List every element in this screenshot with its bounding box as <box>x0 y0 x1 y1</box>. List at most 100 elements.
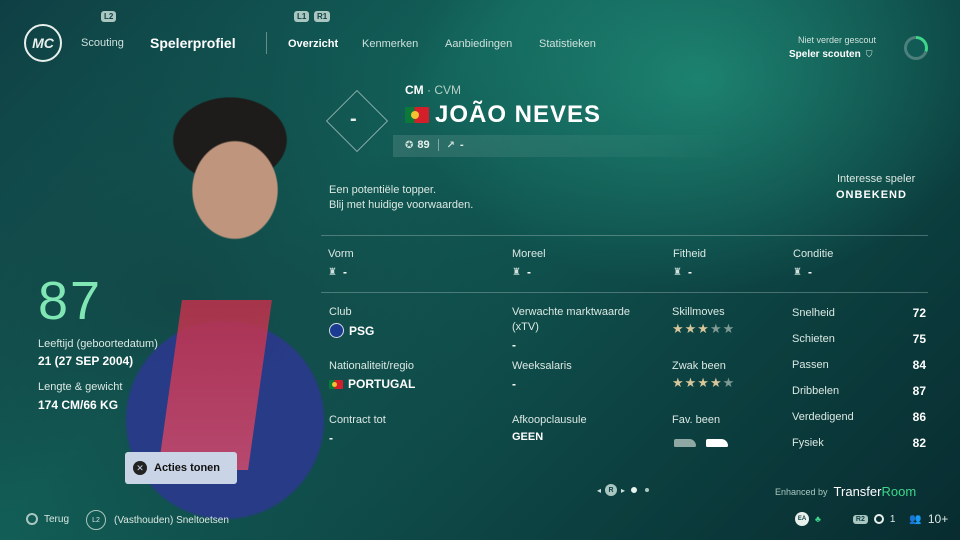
shirt-icon: ♜ <box>793 266 802 278</box>
chevron-right-icon: ▸ <box>621 485 626 495</box>
release-label: Afkoopclausule <box>512 414 587 426</box>
foot-label: Fav. been <box>672 414 721 426</box>
fitheid-value: - <box>687 265 692 279</box>
brand-room: Room <box>881 484 917 499</box>
tab-statistieken[interactable]: Statistieken <box>539 38 596 50</box>
attr-value: 84 <box>912 358 926 372</box>
weakfoot-stars: ★★★★★ <box>672 375 736 390</box>
attr-value: 72 <box>912 306 926 320</box>
contract-value: - <box>329 431 333 445</box>
scout-shirt-icon: ⛉ <box>865 49 873 59</box>
skillmoves-stars: ★★★★★ <box>672 321 736 336</box>
right-boot-icon <box>706 439 728 447</box>
transferroom-branding: Enhanced by Transfer Room <box>775 484 916 499</box>
page-indicator[interactable]: ◂ R ▸ <box>597 484 650 496</box>
back-label: Terug <box>44 513 70 525</box>
attr-row-passing: Passen 84 <box>792 358 926 372</box>
enhanced-by-text: Enhanced by <box>775 486 828 497</box>
r-stick-icon: R <box>605 484 618 496</box>
shortcuts-label: (Vasthouden) Sneltoetsen <box>114 514 229 526</box>
fitheid-value-row: ♜ - <box>673 265 692 279</box>
nation-value: PORTUGAL <box>348 377 416 391</box>
club-value-row: PSG <box>329 323 374 338</box>
overall-rating-large: 87 <box>38 271 103 331</box>
market-label: Verwachte marktwaarde <box>512 306 630 318</box>
scout-comment-2: Blij met huidige voorwaarden. <box>329 199 474 211</box>
attr-value: 86 <box>912 410 926 424</box>
attr-label: Schieten <box>792 333 835 345</box>
moreel-value-row: ♜ - <box>512 265 531 279</box>
notification-icon <box>873 514 884 524</box>
moreel-value: - <box>526 265 531 279</box>
psg-crest-icon <box>329 323 344 338</box>
back-button[interactable]: Terug <box>26 513 69 525</box>
tab-aanbiedingen[interactable]: Aanbiedingen <box>445 38 512 50</box>
logo-text: MC <box>32 35 54 51</box>
show-actions-button[interactable]: ✕ Acties tonen <box>125 452 237 484</box>
attr-label: Passen <box>792 359 829 371</box>
attr-label: Fysiek <box>792 437 824 449</box>
attr-label: Snelheid <box>792 307 835 319</box>
tab-overzicht[interactable]: Overzicht <box>288 38 338 50</box>
online-count: 10+ <box>927 512 949 526</box>
player-name-row: JOÃO NEVES <box>405 101 601 129</box>
overall-rating: 89 <box>417 139 430 151</box>
star-circle-icon: ✪ <box>405 139 414 151</box>
shirt-icon: ♜ <box>512 266 521 278</box>
height-weight-label: Lengte & gewicht <box>38 381 123 393</box>
page-title: Spelerprofiel <box>150 35 236 51</box>
contract-label: Contract tot <box>329 414 386 426</box>
r1-button-hint: R1 <box>314 11 331 22</box>
cross-icon: ✕ <box>133 461 147 475</box>
section-divider-top <box>321 235 928 236</box>
interest-value: ONBEKEND <box>836 189 907 201</box>
vorm-label: Vorm <box>328 248 354 260</box>
conditie-label: Conditie <box>793 248 834 260</box>
section-divider-mid <box>321 292 928 293</box>
l2-button-hint: L2 <box>101 11 117 22</box>
nav-divider <box>266 32 267 54</box>
attr-row-physical: Fysiek 82 <box>792 436 926 450</box>
market-value: - <box>512 338 516 352</box>
attr-row-defending: Verdedigend 86 <box>792 410 926 424</box>
age-value: 21 (27 SEP 2004) <box>38 354 134 368</box>
show-actions-label: Acties tonen <box>154 462 221 474</box>
page-dot-active <box>631 487 638 493</box>
release-value: GEEN <box>512 431 544 443</box>
nation-value-row: PORTUGAL <box>329 377 415 391</box>
scout-status: Niet verder gescout <box>798 35 877 45</box>
status-tray: EA ♣ R2 1 👥 10+ <box>795 512 948 526</box>
height-weight-value: 174 CM/66 KG <box>38 398 119 412</box>
attr-value: 82 <box>912 436 926 450</box>
rating-row: ✪ 89 ↗ - <box>405 139 464 151</box>
shirt-icon: ♜ <box>328 266 337 278</box>
shirt-icon: ♜ <box>673 266 682 278</box>
role-diamond-value: - <box>350 108 357 130</box>
left-boot-icon <box>674 439 696 447</box>
shortcuts-button[interactable]: L2 (Vasthouden) Sneltoetsen <box>86 510 229 530</box>
preferred-foot <box>674 434 738 452</box>
scout-comment-1: Een potentiële topper. <box>329 184 437 196</box>
moreel-label: Moreel <box>512 248 546 260</box>
weakfoot-label: Zwak been <box>672 360 726 372</box>
portugal-flag-icon <box>405 107 429 123</box>
l1-button-hint: L1 <box>294 11 310 22</box>
player-name: JOÃO NEVES <box>435 101 602 128</box>
scout-progress-ring <box>904 36 928 60</box>
tab-kenmerken[interactable]: Kenmerken <box>362 38 418 50</box>
ea-icon: EA <box>795 512 809 526</box>
nav-scouting[interactable]: Scouting <box>81 37 124 49</box>
attr-row-dribbling: Dribbelen 87 <box>792 384 926 398</box>
attr-row-shooting: Schieten 75 <box>792 332 926 346</box>
market-label-sub: (xTV) <box>512 321 539 333</box>
career-mode-logo: MC <box>24 24 62 62</box>
user-group-icon: 👥 <box>909 513 922 525</box>
interest-label: Interesse speler <box>837 173 916 185</box>
wage-value: - <box>512 377 516 391</box>
l2-button-icon: L2 <box>86 510 106 530</box>
club-value: PSG <box>349 323 375 338</box>
vorm-value: - <box>342 265 347 279</box>
nation-label: Nationaliteit/regio <box>329 360 414 372</box>
rating-divider <box>437 139 439 151</box>
scout-player-button[interactable]: Speler scouten ⛉ <box>789 49 872 60</box>
